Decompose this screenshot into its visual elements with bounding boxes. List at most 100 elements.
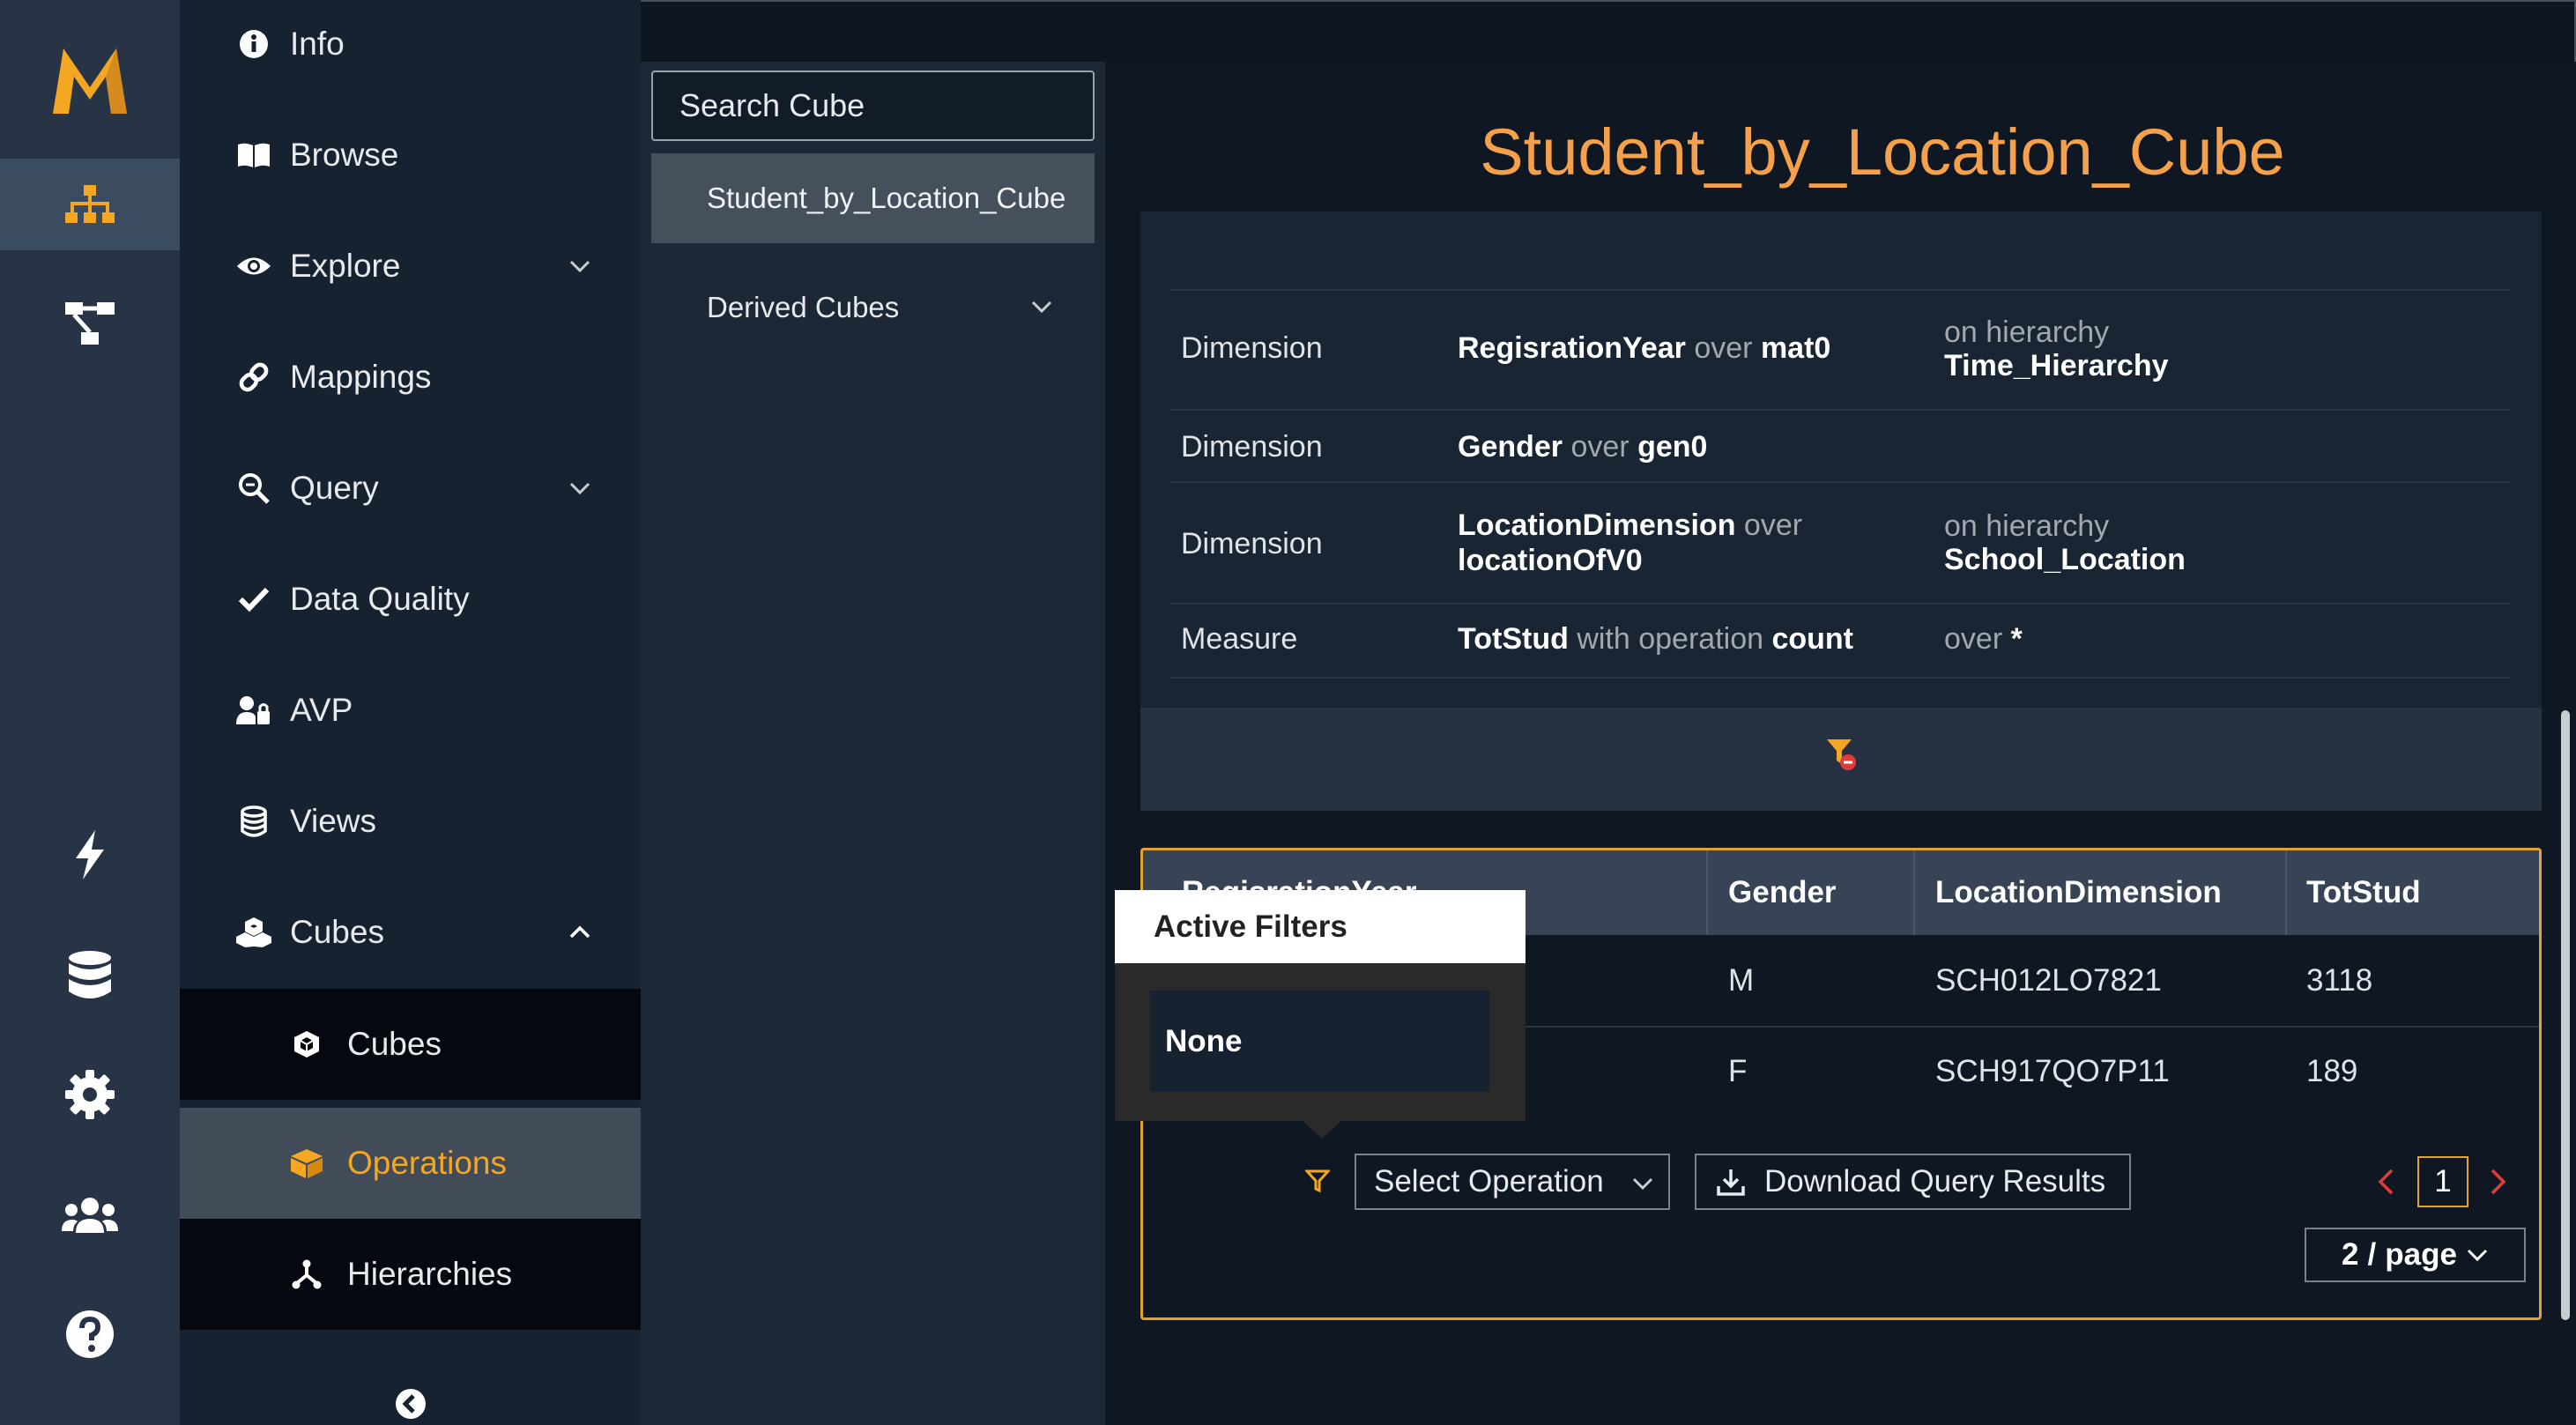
collapse-sidebar-button[interactable]	[395, 1388, 427, 1420]
schema-hierarchy: over *	[1944, 622, 2023, 656]
rail-settings-button[interactable]	[0, 1049, 180, 1140]
subnav-label: Cubes	[347, 1026, 442, 1062]
column-header[interactable]: Gender	[1728, 850, 1837, 935]
table-cell: 189	[2306, 1054, 2358, 1088]
chevron-right-icon	[2491, 1169, 2506, 1195]
users-icon	[62, 1198, 118, 1233]
nav-item-explore[interactable]: Explore	[180, 211, 641, 322]
cube-icon	[287, 1025, 326, 1064]
page-number[interactable]: 1	[2417, 1156, 2468, 1207]
eye-icon	[234, 247, 273, 286]
download-query-results-button[interactable]: Download Query Results	[1695, 1154, 2131, 1210]
rail-flow-button[interactable]	[0, 278, 180, 369]
subnav-item-cubes[interactable]: Cubes	[180, 989, 641, 1100]
subnav-item-hierarchies[interactable]: Hierarchies	[180, 1219, 641, 1330]
chevron-down-icon	[1631, 1176, 1654, 1191]
schema-kind: Dimension	[1181, 331, 1323, 365]
schema-kind: Measure	[1181, 622, 1298, 656]
help-icon	[66, 1310, 114, 1358]
nav-item-cubes[interactable]: Cubes	[180, 877, 641, 988]
schema-row: Dimension Gender over gen0	[1170, 409, 2510, 483]
prev-page-button[interactable]	[2376, 1168, 2395, 1196]
schema-kind: Dimension	[1181, 527, 1323, 560]
schema-row: Dimension RegisrationYear over mat0 on h…	[1170, 289, 2510, 411]
column-header[interactable]: LocationDimension	[1935, 850, 2222, 935]
scrollbar[interactable]	[2561, 710, 2570, 1320]
filter-toggle-button[interactable]	[1305, 1169, 1330, 1193]
chevron-left-icon	[2378, 1169, 2394, 1195]
filter-remove-icon	[1827, 739, 1856, 770]
nav-label: Info	[290, 26, 345, 62]
filter-icon	[1305, 1169, 1330, 1193]
nav-item-mappings[interactable]: Mappings	[180, 322, 641, 433]
schema-hierarchy-label: on hierarchy	[1944, 509, 2110, 543]
derived-cubes-label: Derived Cubes	[707, 291, 900, 323]
subnav-label: Hierarchies	[347, 1256, 513, 1292]
hierarchy-tree-icon	[287, 1255, 326, 1294]
subnav-label: Operations	[347, 1145, 507, 1181]
rail-lightning-button[interactable]	[0, 809, 180, 901]
database-icon	[69, 951, 111, 998]
page-title: Student_by_Location_Cube	[1480, 115, 2285, 189]
chevron-down-icon	[568, 259, 591, 273]
nav-item-query[interactable]: Query	[180, 433, 641, 544]
nav-item-browse[interactable]: Browse	[180, 100, 641, 211]
subnav-item-operations[interactable]: Operations	[180, 1108, 641, 1219]
user-lock-icon	[234, 691, 273, 730]
nav-item-avp[interactable]: AVP	[180, 655, 641, 766]
download-icon	[1716, 1167, 1746, 1197]
gear-icon	[65, 1070, 115, 1119]
page-size-select[interactable]: 2 / page	[2305, 1228, 2526, 1282]
schema-hierarchy-label: on hierarchy	[1944, 315, 2110, 349]
column-divider	[1706, 850, 1708, 935]
table-cell: M	[1728, 963, 1755, 998]
link-icon	[234, 358, 273, 397]
schema-row: Dimension LocationDimension over locatio…	[1170, 481, 2510, 605]
hierarchy-icon	[65, 185, 115, 223]
nav-item-views[interactable]: Views	[180, 766, 641, 877]
nav-label: Cubes	[290, 914, 384, 950]
table-cell: SCH917QO7P11	[1935, 1054, 2170, 1088]
schema-hierarchy: School_Location	[1944, 543, 2186, 576]
nav-label: Query	[290, 470, 379, 506]
chevron-down-icon	[568, 481, 591, 495]
select-operation-label: Select Operation	[1374, 1164, 1604, 1199]
rail-users-button[interactable]	[0, 1169, 180, 1261]
select-operation-dropdown[interactable]: Select Operation	[1355, 1154, 1670, 1210]
cube-list-item[interactable]: Student_by_Location_Cube	[651, 153, 1095, 243]
nav-label: Browse	[290, 137, 399, 173]
schema-row: Measure TotStud with operation count ove…	[1170, 603, 2510, 679]
lightning-icon	[76, 830, 104, 879]
next-page-button[interactable]	[2489, 1168, 2508, 1196]
cubes-icon	[234, 913, 273, 952]
info-icon	[234, 25, 273, 63]
column-header[interactable]: TotStud	[2306, 850, 2421, 935]
logo-icon	[53, 48, 127, 114]
nav-item-data-quality[interactable]: Data Quality	[180, 544, 641, 655]
nav-item-info[interactable]: Info	[180, 0, 641, 100]
table-cell: SCH012LO7821	[1935, 963, 2162, 998]
schema-definition: Gender over gen0	[1458, 430, 1708, 464]
flow-icon	[65, 302, 115, 345]
rail-hierarchy-button[interactable]	[0, 159, 180, 250]
app-logo[interactable]	[0, 0, 180, 159]
column-divider	[2285, 850, 2287, 935]
top-bar	[641, 0, 2576, 62]
download-label: Download Query Results	[1764, 1164, 2106, 1199]
derived-cubes-toggle[interactable]: Derived Cubes	[651, 263, 1095, 353]
column-divider	[1913, 850, 1915, 935]
chevron-down-icon	[2466, 1248, 2489, 1262]
schema-kind: Dimension	[1181, 430, 1323, 464]
popover-title: Active Filters	[1115, 890, 1526, 963]
chevron-left-circle-icon	[396, 1389, 426, 1419]
page-size-value: 2	[2342, 1237, 2359, 1272]
query-icon	[234, 469, 273, 508]
rail-database-button[interactable]	[0, 930, 180, 1021]
popover-arrow	[1303, 1121, 1341, 1139]
clear-filter-button[interactable]	[1826, 738, 1858, 771]
rail-help-button[interactable]	[0, 1288, 180, 1380]
search-cube-input[interactable]: Search Cube	[651, 71, 1095, 141]
box-open-icon	[287, 1144, 326, 1183]
book-icon	[234, 136, 273, 174]
nav-label: AVP	[290, 692, 353, 728]
